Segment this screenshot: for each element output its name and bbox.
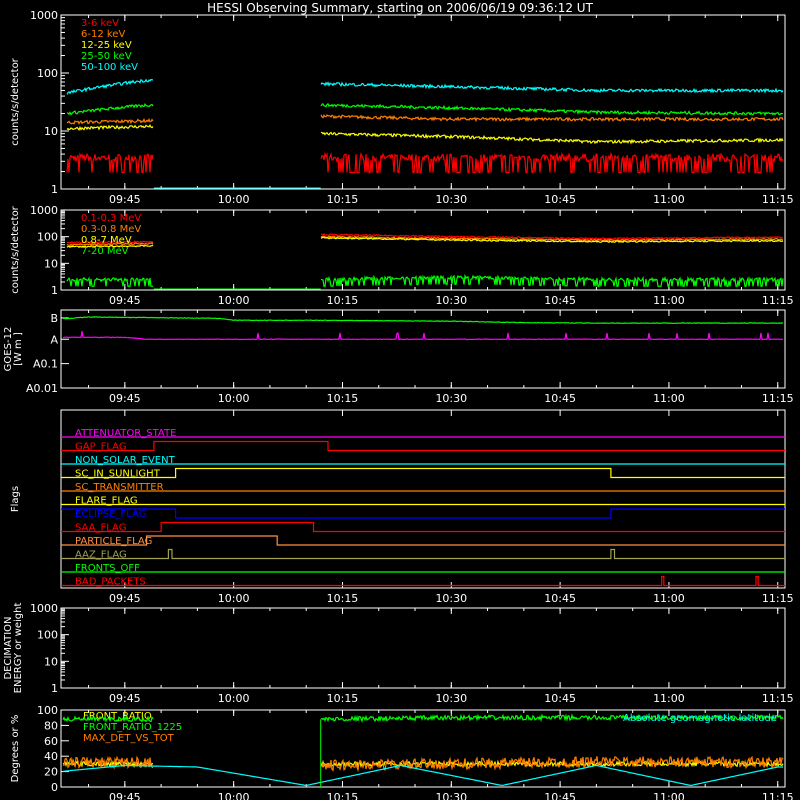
legend-xray-low-1: 6-12 keV [81,29,125,40]
ratios-xtick-label: 10:45 [544,791,576,800]
decimation-ytick-label: 1 [51,682,58,695]
goes-ylabel: [W m ] [13,332,24,366]
flag-label-6: ECLIPSE_FLAG [75,509,146,520]
goes-xtick-label: 11:15 [762,392,794,405]
xray-low-ytick-label: 1000 [30,9,58,22]
ratios-xtick-label: 10:30 [435,791,467,800]
decimation-ylabel: ENERGY or weight [13,603,24,694]
xray-low-xtick-label: 10:30 [435,193,467,206]
flags-xtick-label: 09:45 [109,592,141,605]
ratios-xtick-label: 10:00 [218,791,250,800]
goes-ytick-label: B [50,312,58,325]
goes-xtick-label: 10:15 [327,392,359,405]
goes-ytick-label: A [50,333,58,346]
gamma-xtick-label: 10:45 [544,294,576,307]
xray-low-xtick-label: 10:45 [544,193,576,206]
xray-low-ytick-label: 100 [37,67,58,80]
xray-low-xtick-label: 11:15 [762,193,794,206]
ratios-ytick-label: 60 [44,735,58,748]
xray-low-ytick-label: 1 [51,183,58,196]
ratios-ytick-label: 40 [44,750,58,763]
xray-low-xtick-label: 11:00 [653,193,685,206]
flags-xtick-label: 11:15 [762,592,794,605]
gamma-ytick-label: 10 [44,257,58,270]
decimation-xtick-label: 09:45 [109,692,141,705]
decimation-xtick-label: 10:45 [544,692,576,705]
gamma-xtick-label: 10:15 [327,294,359,307]
chart-title: HESSI Observing Summary, starting on 200… [207,1,593,15]
legend-xray-low-3: 25-50 keV [81,51,132,62]
gamma-xtick-label: 09:45 [109,294,141,307]
xray-low-ylabel: counts/s/detector [10,57,21,145]
legend-gamma-0: 0.1-0.3 MeV [81,213,141,224]
xray-low-xtick-label: 10:00 [218,193,250,206]
xray-low-ytick-label: 10 [44,125,58,138]
hessi-summary-chart: HESSI Observing Summary, starting on 200… [0,0,800,800]
gamma-ytick-label: 1 [51,284,58,297]
decimation-ytick-label: 100 [37,629,58,642]
decimation-xtick-label: 10:30 [435,692,467,705]
gamma-ytick-label: 1000 [30,204,58,217]
gamma-xtick-label: 11:15 [762,294,794,307]
decimation-ytick-label: 1000 [30,602,58,615]
decimation-xtick-label: 10:15 [327,692,359,705]
ratios-ytick-label: 20 [44,766,58,779]
flags-xtick-label: 10:45 [544,592,576,605]
flags-xtick-label: 10:00 [218,592,250,605]
goes-ytick-label: A0.01 [26,382,58,395]
gamma-xtick-label: 11:00 [653,294,685,307]
legend-gamma-1: 0.3-0.8 MeV [81,224,141,235]
legend-gamma-2: 0.8-7 MeV [81,235,132,246]
decimation-xtick-label: 11:00 [653,692,685,705]
ratios-xtick-label: 11:15 [762,791,794,800]
legend-xray-low-4: 50-100 keV [81,62,138,73]
gamma-xtick-label: 10:30 [435,294,467,307]
ratios-ytick-label: 100 [37,704,58,717]
ratios-xtick-label: 09:45 [109,791,141,800]
decimation-xtick-label: 11:15 [762,692,794,705]
goes-xtick-label: 10:45 [544,392,576,405]
legend-ratios-1: FRONT_RATIO_1225 [83,722,182,733]
legend-ratios-3: Absolute geomagnetic latitude [623,713,777,724]
flags-xtick-label: 10:30 [435,592,467,605]
ratios-xtick-label: 11:00 [653,791,685,800]
gamma-xtick-label: 10:00 [218,294,250,307]
xray-low-xtick-label: 10:15 [327,193,359,206]
legend-ratios-2: MAX_DET_VS_TOT [83,733,175,744]
flags-xtick-label: 10:15 [327,592,359,605]
flags-ylabel: Flags [10,486,21,512]
gamma-ylabel: counts/s/detector [10,205,21,293]
ratios-ylabel: Degrees or % [10,715,21,783]
goes-xtick-label: 10:00 [218,392,250,405]
ratios-xtick-label: 10:15 [327,791,359,800]
legend-xray-low-2: 12-25 keV [81,40,132,51]
goes-xtick-label: 10:30 [435,392,467,405]
ratios-ytick-label: 80 [44,719,58,732]
decimation-ytick-label: 10 [44,655,58,668]
goes-xtick-label: 11:00 [653,392,685,405]
legend-xray-low-0: 3-6 keV [81,18,119,29]
decimation-xtick-label: 10:00 [218,692,250,705]
legend-gamma-3: 7-20 MeV [81,246,129,257]
flags-xtick-label: 11:00 [653,592,685,605]
xray-low-xtick-label: 09:45 [109,193,141,206]
goes-xtick-label: 09:45 [109,392,141,405]
ratios-ytick-label: 0 [51,781,58,794]
gamma-ytick-label: 100 [37,231,58,244]
goes-ytick-label: A0.1 [33,358,58,371]
